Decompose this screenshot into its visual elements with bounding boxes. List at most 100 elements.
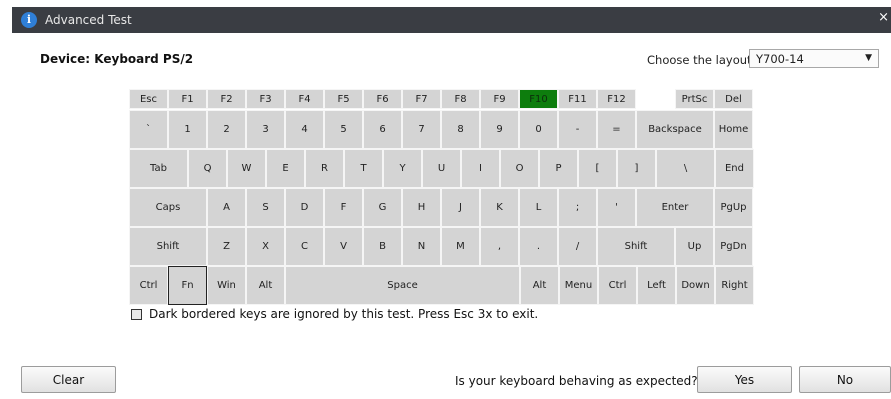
no-button[interactable]: No [799, 366, 891, 393]
key-f2: F2 [207, 89, 246, 109]
key-f12: F12 [597, 89, 636, 109]
key-symbol: ` [129, 110, 168, 149]
key-alt: Alt [520, 266, 559, 305]
key-y: Y [383, 149, 422, 188]
key-f: F [324, 188, 363, 227]
key-a: A [207, 188, 246, 227]
key-space: Space [285, 266, 520, 305]
info-icon: i [21, 12, 37, 28]
clear-button[interactable]: Clear [21, 366, 116, 393]
key-j: J [441, 188, 480, 227]
key-symbol: . [519, 227, 558, 266]
key-symbol: ; [558, 188, 597, 227]
key-2: 2 [207, 110, 246, 149]
key-i: I [461, 149, 500, 188]
key-v: V [324, 227, 363, 266]
device-label: Device: Keyboard PS/2 [40, 52, 194, 66]
key-prtsc: PrtSc [675, 89, 714, 109]
key-n: N [402, 227, 441, 266]
key-l: L [519, 188, 558, 227]
key-m: M [441, 227, 480, 266]
key-t: T [344, 149, 383, 188]
key-b: B [363, 227, 402, 266]
key-8: 8 [441, 110, 480, 149]
key-e: E [266, 149, 305, 188]
title-bar: i Advanced Test × [0, 0, 891, 33]
key-right: Right [715, 266, 754, 305]
key-blank [636, 89, 675, 109]
key-symbol: = [597, 110, 636, 149]
key-symbol: ] [617, 149, 656, 188]
key-fn: Fn [168, 266, 207, 305]
key-del: Del [714, 89, 753, 109]
key-u: U [422, 149, 461, 188]
key-symbol: / [558, 227, 597, 266]
layout-select[interactable]: Y700-14 ▼ [749, 49, 879, 68]
key-r: R [305, 149, 344, 188]
key-x: X [246, 227, 285, 266]
key-7: 7 [402, 110, 441, 149]
key-caps: Caps [129, 188, 207, 227]
key-f9: F9 [480, 89, 519, 109]
key-tab: Tab [129, 149, 188, 188]
key-down: Down [676, 266, 715, 305]
key-menu: Menu [559, 266, 598, 305]
key-k: K [480, 188, 519, 227]
title-bar-strip: i Advanced Test × [12, 7, 891, 33]
key-ctrl: Ctrl [598, 266, 637, 305]
key-9: 9 [480, 110, 519, 149]
key-symbol: , [480, 227, 519, 266]
key-o: O [500, 149, 539, 188]
key-alt: Alt [246, 266, 285, 305]
key-3: 3 [246, 110, 285, 149]
key-g: G [363, 188, 402, 227]
key-shift: Shift [597, 227, 675, 266]
dark-border-legend-icon [131, 308, 142, 320]
key-s: S [246, 188, 285, 227]
yes-button[interactable]: Yes [697, 366, 792, 393]
key-f7: F7 [402, 89, 441, 109]
key-symbol: [ [578, 149, 617, 188]
key-p: P [539, 149, 578, 188]
key-end: End [715, 149, 754, 188]
key-f10: F10 [519, 89, 558, 109]
key-symbol: ' [597, 188, 636, 227]
key-f11: F11 [558, 89, 597, 109]
key-symbol: - [558, 110, 597, 149]
key-w: W [227, 149, 266, 188]
key-pgup: PgUp [714, 188, 753, 227]
key-f4: F4 [285, 89, 324, 109]
layout-label: Choose the layout [647, 53, 752, 67]
window-title: Advanced Test [45, 13, 132, 27]
key-c: C [285, 227, 324, 266]
question-text: Is your keyboard behaving as expected? [455, 374, 698, 388]
key-d: D [285, 188, 324, 227]
close-icon[interactable]: × [878, 10, 889, 25]
key-win: Win [207, 266, 246, 305]
key-f5: F5 [324, 89, 363, 109]
key-left: Left [637, 266, 676, 305]
key-up: Up [675, 227, 714, 266]
key-esc: Esc [129, 89, 168, 109]
key-symbol: \ [656, 149, 715, 188]
key-pgdn: PgDn [714, 227, 753, 266]
key-q: Q [188, 149, 227, 188]
key-ctrl: Ctrl [129, 266, 168, 305]
key-6: 6 [363, 110, 402, 149]
key-f8: F8 [441, 89, 480, 109]
key-h: H [402, 188, 441, 227]
layout-value: Y700-14 [756, 52, 804, 66]
key-4: 4 [285, 110, 324, 149]
key-backspace: Backspace [636, 110, 714, 149]
key-f1: F1 [168, 89, 207, 109]
key-5: 5 [324, 110, 363, 149]
key-f6: F6 [363, 89, 402, 109]
key-0: 0 [519, 110, 558, 149]
key-1: 1 [168, 110, 207, 149]
key-f3: F3 [246, 89, 285, 109]
legend-note: Dark bordered keys are ignored by this t… [131, 307, 538, 321]
key-enter: Enter [636, 188, 714, 227]
legend-note-text: Dark bordered keys are ignored by this t… [149, 307, 539, 321]
chevron-down-icon: ▼ [865, 53, 872, 63]
key-z: Z [207, 227, 246, 266]
